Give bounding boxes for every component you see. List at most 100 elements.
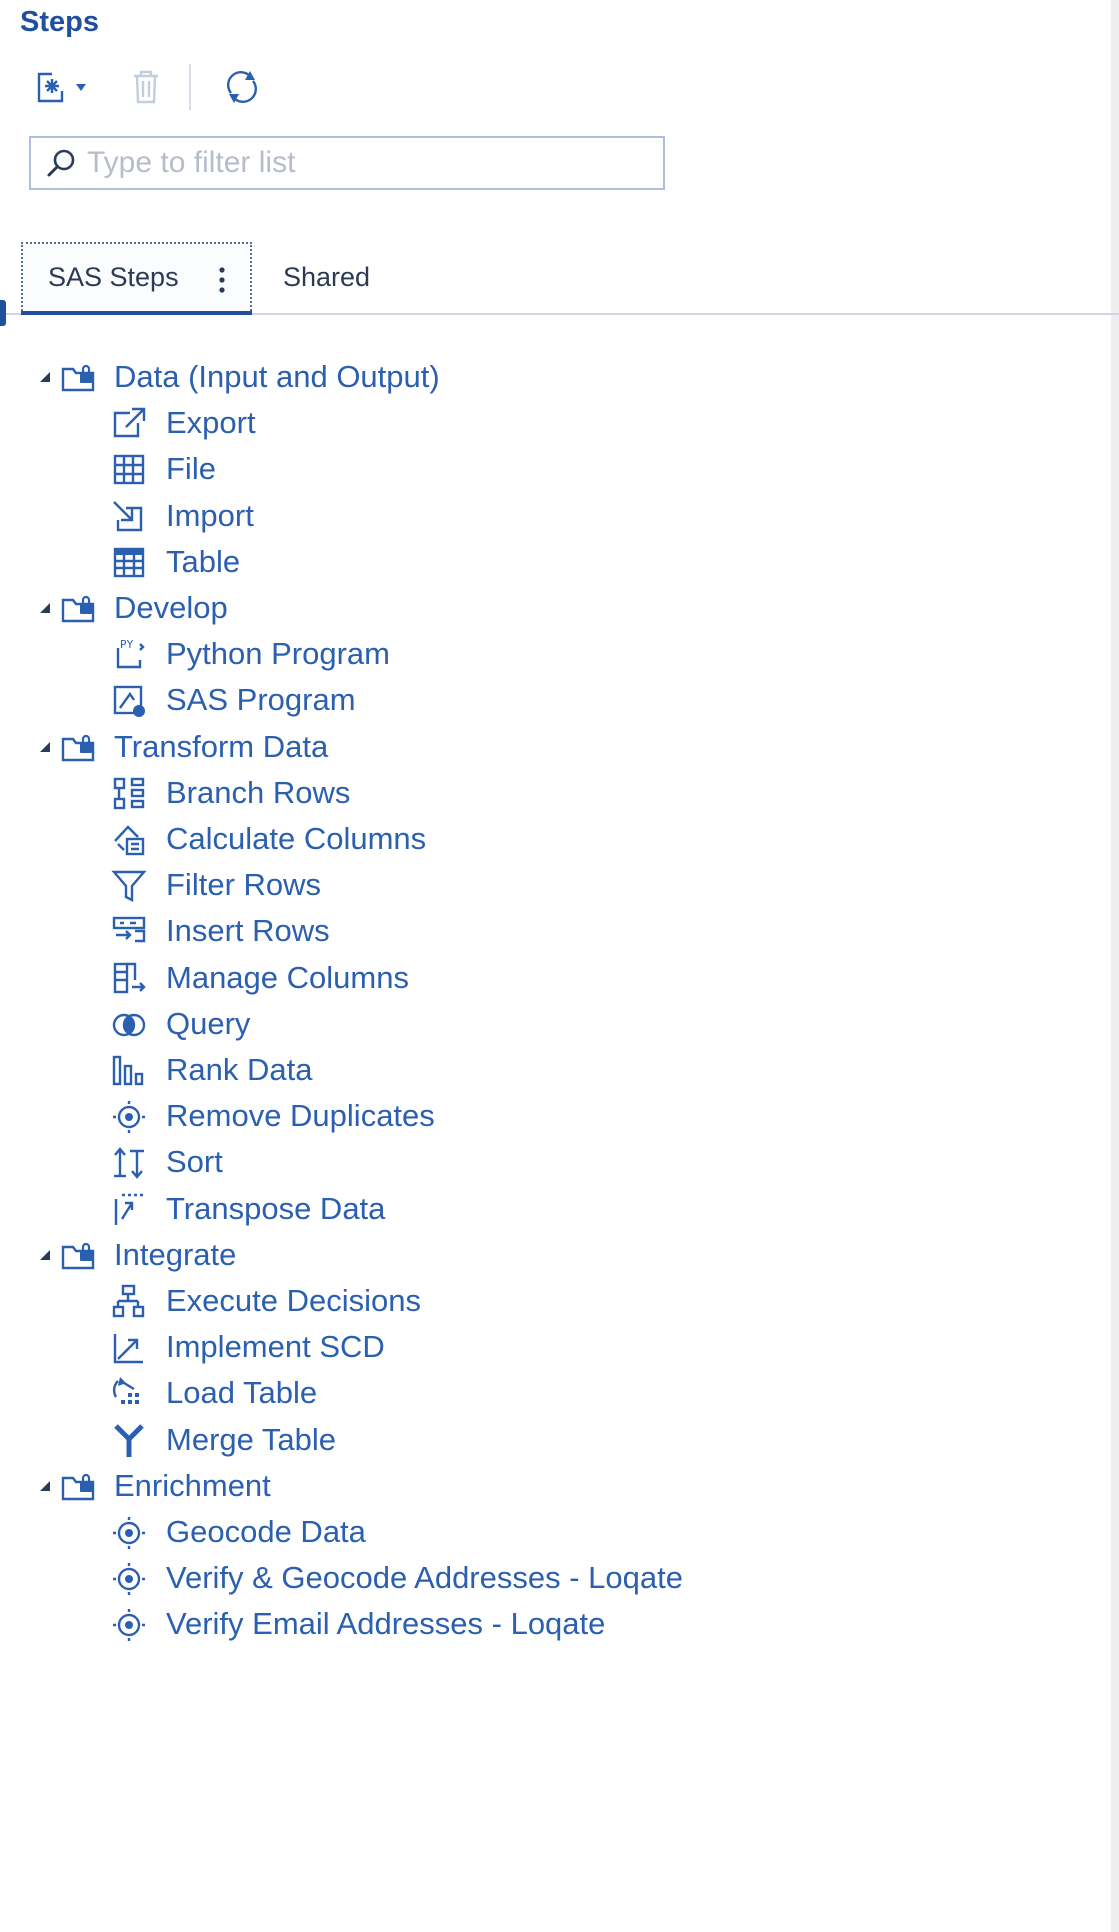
tree-item[interactable]: Query [0,999,1100,1049]
tree-item[interactable]: Verify & Geocode Addresses - Loqate [0,1553,1100,1603]
tree-item[interactable]: Execute Decisions [0,1276,1100,1326]
trash-icon [134,70,158,104]
tree-item[interactable]: Filter Rows [0,860,1100,910]
calculate-columns-icon [114,825,145,856]
tree-item[interactable]: Sort [0,1137,1100,1187]
tree-item-label: Python Program [166,636,390,672]
tree-item-label: Export [166,405,256,441]
tree-item[interactable]: Merge Table [0,1415,1100,1465]
tree-item-label: Load Table [166,1375,318,1411]
sas-program-icon [113,686,145,718]
refresh-button[interactable] [216,64,268,110]
tree-item-label: SAS Program [166,682,356,718]
manage-columns-icon [113,962,146,993]
toolbar-separator [189,64,191,110]
geocode-icon [113,1517,145,1549]
transpose-icon [114,1193,144,1225]
tree-item-label: Verify Email Addresses - Loqate [166,1606,606,1642]
tree-category-label: Integrate [114,1236,237,1272]
panel-edge-handle [0,300,6,326]
tree-item-label: Sort [166,1144,223,1180]
file-grid-icon [113,455,145,485]
tree-item[interactable]: SAS Program [0,675,1100,725]
delete-step-button[interactable] [122,64,170,110]
tree-item[interactable]: Table [0,537,1100,587]
new-step-icon [37,72,86,103]
caret-expanded-icon[interactable] [38,740,52,754]
filter-box [29,136,665,190]
tree-item[interactable]: Rank Data [0,1045,1100,1095]
caret-expanded-icon[interactable] [38,1479,52,1493]
toolbar [30,64,270,110]
tree-category-label: Data (Input and Output) [114,359,440,394]
tree-item[interactable]: Load Table [0,1368,1100,1418]
folder-lock-icon [61,364,95,392]
tree-item[interactable]: Remove Duplicates [0,1091,1100,1141]
svg-text:PY: PY [120,638,134,651]
tree-item-label: Rank Data [166,1052,313,1087]
tree-item[interactable]: Implement SCD [0,1322,1100,1372]
tree-item[interactable]: Transpose Data [0,1184,1100,1234]
tree-item[interactable]: Calculate Columns [0,814,1100,864]
tree-item[interactable]: PY Python Program [0,629,1100,679]
import-icon [113,500,143,531]
tree-item-label: Manage Columns [166,959,409,995]
implement-scd-icon [113,1334,143,1364]
tree-item-label: Execute Decisions [166,1283,422,1318]
tree-item-label: Transpose Data [166,1190,386,1226]
tree-item-label: Filter Rows [166,867,322,903]
tab-bar: SAS Steps Shared [0,242,1119,316]
folder-lock-icon [61,595,95,623]
tab-sas-steps-label: SAS Steps [48,262,179,292]
tree-item-label: Calculate Columns [166,821,427,856]
tree-item[interactable]: Geocode Data [0,1507,1100,1557]
tree-category-label: Enrichment [114,1467,271,1503]
tree-item[interactable]: Branch Rows [0,768,1100,818]
tree-item-label: Branch Rows [166,774,351,810]
caret-expanded-icon[interactable] [38,370,52,384]
tree-item[interactable]: Manage Columns [0,953,1100,1003]
load-table-icon [112,1377,139,1405]
branch-rows-icon [113,777,145,809]
tree-item[interactable]: Insert Rows [0,906,1100,956]
tree-item-label: Import [166,497,254,533]
tree-item-label: Merge Table [166,1421,337,1457]
tree-category[interactable]: Transform Data [0,722,1100,772]
steps-panel: Steps Type to filter list SAS Steps Shar… [0,0,1119,1932]
folder-lock-icon [61,1473,95,1500]
tree-item-label: Implement SCD [166,1329,385,1365]
tree-category-label: Develop [114,590,228,625]
insert-rows-icon [112,917,146,943]
tree-item-label: Remove Duplicates [166,1098,435,1134]
refresh-icon [227,71,257,103]
tree-category-label: Transform Data [114,728,329,764]
tree-category[interactable]: Integrate [0,1230,1100,1280]
tree-item[interactable]: Import [0,491,1100,541]
filter-input[interactable] [85,145,649,181]
rank-data-icon [112,1055,144,1086]
filter-icon [111,870,147,903]
folder-lock-icon [61,1242,95,1269]
export-icon [113,407,146,438]
tree-category[interactable]: Develop [0,583,1100,633]
search-icon [47,149,75,177]
query-icon [112,1013,146,1036]
tree-category[interactable]: Enrichment [0,1461,1100,1511]
tree-item-label: Geocode Data [166,1514,366,1549]
active-tab-indicator [21,311,252,315]
geocode-icon [113,1563,145,1596]
kebab-menu-icon[interactable] [212,260,232,300]
python-program-icon: PY [116,638,145,669]
merge-table-icon [114,1423,144,1457]
tree-item-label: File [166,451,216,487]
sort-icon [114,1147,144,1180]
tree-item[interactable]: File [0,444,1100,494]
tree-item-label: Table [166,543,241,579]
tree-item[interactable]: Export [0,398,1100,448]
tab-shared[interactable]: Shared [283,262,370,293]
caret-expanded-icon[interactable] [38,1248,52,1262]
tree-category[interactable]: Data (Input and Output) [0,352,1100,402]
caret-expanded-icon[interactable] [38,601,52,615]
tree-item[interactable]: Verify Email Addresses - Loqate [0,1599,1100,1649]
new-step-button[interactable] [30,64,94,110]
